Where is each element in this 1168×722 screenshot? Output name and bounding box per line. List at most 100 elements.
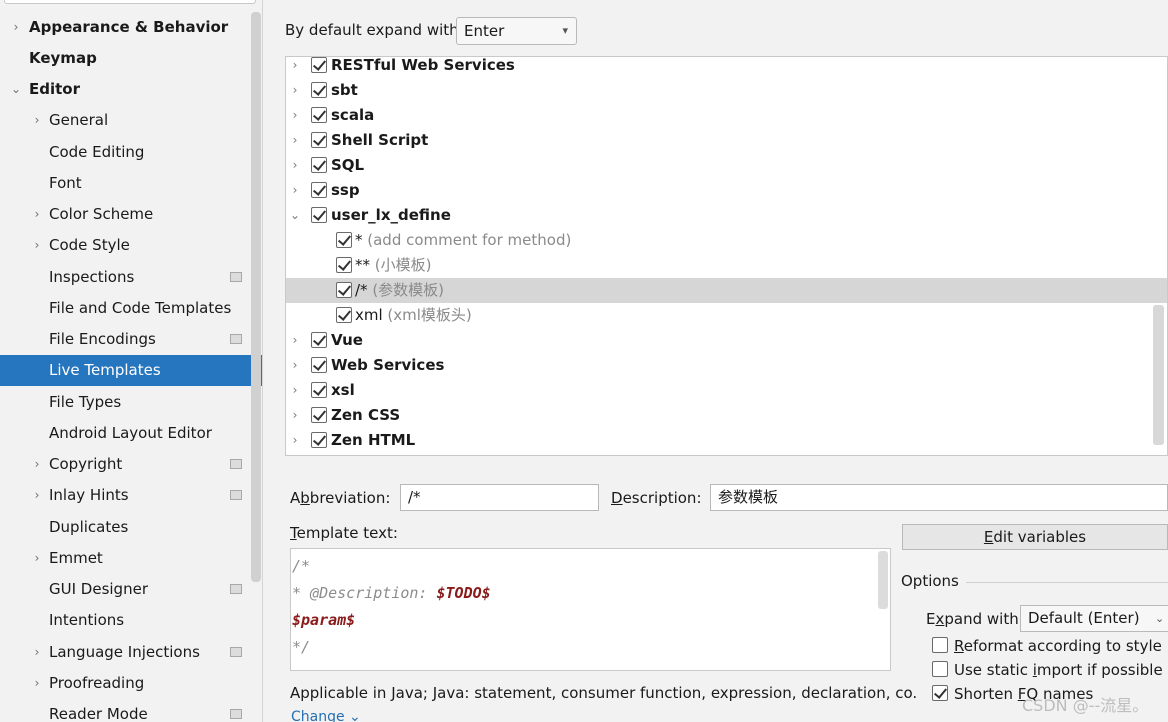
sidebar-item-label: Editor xyxy=(29,80,80,98)
reformat-checkbox[interactable] xyxy=(932,637,948,653)
chevron-right-icon[interactable]: › xyxy=(288,403,302,428)
chevron-right-icon[interactable]: › xyxy=(9,12,23,43)
template-row[interactable]: /* (参数模板) xyxy=(286,278,1167,303)
sidebar-item-live-templates[interactable]: Live Templates xyxy=(0,355,262,386)
sidebar-item-label: Intentions xyxy=(49,611,125,629)
static-import-checkbox[interactable] xyxy=(932,661,948,677)
chevron-right-icon[interactable]: › xyxy=(288,178,302,203)
edit-variables-button[interactable]: Edit variables xyxy=(902,524,1168,550)
template-enabled-checkbox[interactable] xyxy=(311,332,327,348)
chevron-right-icon[interactable]: › xyxy=(30,199,44,230)
chevron-right-icon[interactable]: › xyxy=(288,353,302,378)
sidebar-item-gui-designer[interactable]: GUI Designer xyxy=(0,574,262,605)
default-expand-select[interactable]: Enter ▾ xyxy=(456,17,577,45)
description-input[interactable]: 参数模板 xyxy=(710,484,1168,511)
chevron-down-icon[interactable]: ⌄ xyxy=(9,74,23,105)
template-description: (小模板) xyxy=(370,256,432,274)
template-group-row[interactable]: › RESTful Web Services xyxy=(286,57,1167,78)
template-enabled-checkbox[interactable] xyxy=(311,182,327,198)
sidebar-item-font[interactable]: Font xyxy=(0,168,262,199)
sidebar-item-duplicates[interactable]: Duplicates xyxy=(0,512,262,543)
template-row[interactable]: * (add comment for method) xyxy=(286,228,1167,253)
template-group-row[interactable]: › ssp xyxy=(286,178,1167,203)
template-enabled-checkbox[interactable] xyxy=(336,257,352,273)
template-enabled-checkbox[interactable] xyxy=(311,82,327,98)
change-contexts-link[interactable]: Change ⌄ xyxy=(291,709,361,722)
template-text-editor[interactable]: /* * @Description: $TODO$ $param$ */ xyxy=(290,548,891,671)
sidebar-item-file-encodings[interactable]: File Encodings xyxy=(0,324,262,355)
sidebar-item-keymap[interactable]: Keymap xyxy=(0,43,262,74)
chevron-down-icon[interactable]: ⌄ xyxy=(288,203,302,228)
settings-search-field[interactable] xyxy=(4,0,256,4)
sidebar-item-label: Emmet xyxy=(49,549,103,567)
templates-scrollbar[interactable] xyxy=(1153,305,1164,445)
chevron-right-icon[interactable]: › xyxy=(30,637,44,668)
sidebar-item-android-layout-editor[interactable]: Android Layout Editor xyxy=(0,418,262,449)
chevron-right-icon[interactable]: › xyxy=(288,103,302,128)
sidebar-item-code-style[interactable]: › Code Style xyxy=(0,230,262,261)
chevron-right-icon[interactable]: › xyxy=(30,449,44,480)
chevron-right-icon[interactable]: › xyxy=(288,57,302,78)
chevron-right-icon[interactable]: › xyxy=(30,668,44,699)
shorten-fq-checkbox[interactable] xyxy=(932,685,948,701)
sidebar-item-label: Code Style xyxy=(49,236,130,254)
chevron-right-icon[interactable]: › xyxy=(288,328,302,353)
template-enabled-checkbox[interactable] xyxy=(311,432,327,448)
sidebar-item-copyright[interactable]: › Copyright xyxy=(0,449,262,480)
sidebar-item-file-types[interactable]: File Types xyxy=(0,387,262,418)
sidebar-item-editor[interactable]: ⌄ Editor xyxy=(0,74,262,105)
sidebar-item-proofreading[interactable]: › Proofreading xyxy=(0,668,262,699)
template-group-row[interactable]: › xsl xyxy=(286,378,1167,403)
static-import-label: Use static import if possible xyxy=(954,661,1163,679)
chevron-right-icon[interactable]: › xyxy=(30,230,44,261)
chevron-right-icon[interactable]: › xyxy=(30,105,44,136)
chevron-right-icon[interactable]: › xyxy=(288,153,302,178)
sidebar-item-intentions[interactable]: Intentions xyxy=(0,605,262,636)
sidebar-item-code-editing[interactable]: Code Editing xyxy=(0,137,262,168)
template-enabled-checkbox[interactable] xyxy=(311,207,327,223)
expand-with-select[interactable]: Default (Enter) ⌄ xyxy=(1020,605,1168,632)
template-group-row[interactable]: › Shell Script xyxy=(286,128,1167,153)
template-line: */ xyxy=(292,635,310,659)
template-group-row[interactable]: › SQL xyxy=(286,153,1167,178)
editor-scrollbar[interactable] xyxy=(878,551,888,609)
template-row[interactable]: ** (小模板) xyxy=(286,253,1167,278)
template-group-row[interactable]: › scala xyxy=(286,103,1167,128)
template-group-row[interactable]: › Zen CSS xyxy=(286,403,1167,428)
sidebar-item-reader-mode[interactable]: Reader Mode xyxy=(0,699,262,722)
template-enabled-checkbox[interactable] xyxy=(336,307,352,323)
template-group-row[interactable]: ⌄ user_lx_define xyxy=(286,203,1167,228)
template-enabled-checkbox[interactable] xyxy=(336,282,352,298)
sidebar-item-general[interactable]: › General xyxy=(0,105,262,136)
sidebar-item-emmet[interactable]: › Emmet xyxy=(0,543,262,574)
template-enabled-checkbox[interactable] xyxy=(311,132,327,148)
sidebar-item-file-and-code-templates[interactable]: File and Code Templates xyxy=(0,293,262,324)
template-enabled-checkbox[interactable] xyxy=(311,407,327,423)
template-enabled-checkbox[interactable] xyxy=(311,382,327,398)
chevron-right-icon[interactable]: › xyxy=(30,480,44,511)
chevron-right-icon[interactable]: › xyxy=(30,543,44,574)
sidebar-item-label: Duplicates xyxy=(49,518,129,536)
chevron-right-icon[interactable]: › xyxy=(288,428,302,453)
sidebar-item-language-injections[interactable]: › Language Injections xyxy=(0,637,262,668)
abbreviation-input[interactable]: /* xyxy=(400,484,599,511)
sidebar-item-inspections[interactable]: Inspections xyxy=(0,262,262,293)
sidebar-item-inlay-hints[interactable]: › Inlay Hints xyxy=(0,480,262,511)
template-row[interactable]: xml (xml模板头) xyxy=(286,303,1167,328)
sidebar-scrollbar[interactable] xyxy=(251,12,261,582)
template-enabled-checkbox[interactable] xyxy=(311,107,327,123)
template-group-row[interactable]: › Web Services xyxy=(286,353,1167,378)
chevron-right-icon[interactable]: › xyxy=(288,128,302,153)
template-group-row[interactable]: › Vue xyxy=(286,328,1167,353)
chevron-right-icon[interactable]: › xyxy=(288,378,302,403)
project-scope-icon xyxy=(230,490,242,500)
template-group-row[interactable]: › Zen HTML xyxy=(286,428,1167,453)
template-enabled-checkbox[interactable] xyxy=(311,57,327,73)
sidebar-item-appearance-behavior[interactable]: › Appearance & Behavior xyxy=(0,12,262,43)
template-enabled-checkbox[interactable] xyxy=(311,357,327,373)
template-enabled-checkbox[interactable] xyxy=(311,157,327,173)
sidebar-item-color-scheme[interactable]: › Color Scheme xyxy=(0,199,262,230)
template-enabled-checkbox[interactable] xyxy=(336,232,352,248)
template-group-row[interactable]: › sbt xyxy=(286,78,1167,103)
chevron-right-icon[interactable]: › xyxy=(288,78,302,103)
